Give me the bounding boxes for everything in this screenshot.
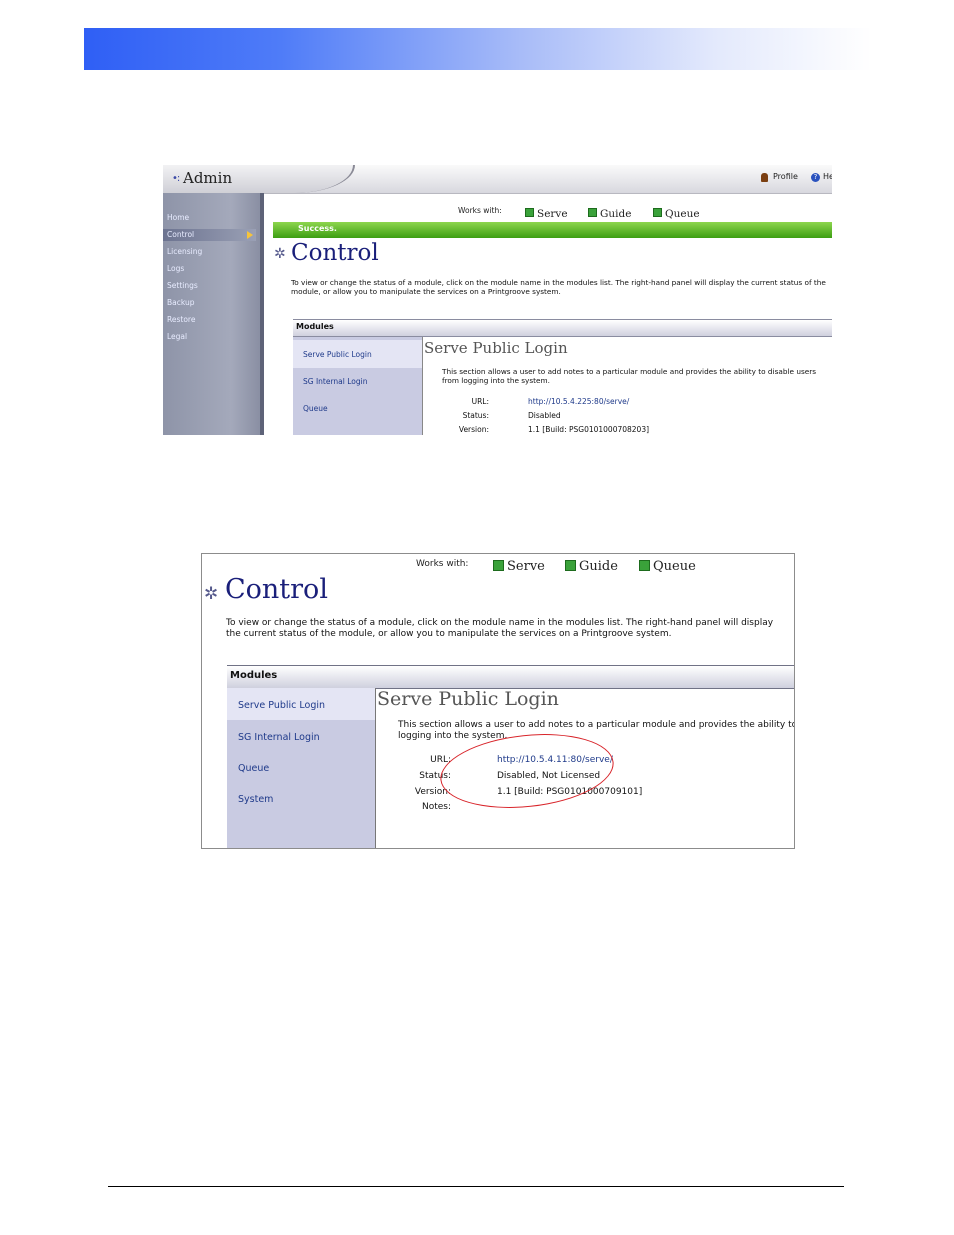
status-value: Disabled <box>528 411 561 420</box>
help-link[interactable]: He <box>823 172 832 181</box>
page-description: To view or change the status of a module… <box>226 618 774 639</box>
modules-header-bar <box>227 665 794 689</box>
module-serve-public-login[interactable]: Serve Public Login <box>238 700 325 711</box>
module-serve-public-login[interactable]: Serve Public Login <box>303 350 372 359</box>
url-label: URL: <box>430 755 451 765</box>
version-label: Version: <box>414 787 451 797</box>
modules-header: Modules <box>230 670 278 681</box>
page-title: Control <box>291 240 379 266</box>
check-icon <box>653 208 662 217</box>
page-description: To view or change the status of a module… <box>291 278 826 296</box>
version-value: 1.1 [Build: PSG0101000708203] <box>528 425 650 434</box>
sidebar-item-logs[interactable]: Logs <box>167 264 184 273</box>
panel-description: This section allows a user to add notes … <box>398 720 794 742</box>
works-with-queue: Queue <box>653 202 700 221</box>
notes-label: Notes: <box>421 802 451 812</box>
panel-title: Serve Public Login <box>424 339 568 357</box>
check-icon <box>493 560 504 571</box>
modules-header: Modules <box>296 322 334 331</box>
module-sg-internal-login[interactable]: SG Internal Login <box>303 377 367 386</box>
panel-title: Serve Public Login <box>377 688 559 710</box>
works-with-label: Works with: <box>416 559 469 569</box>
sidebar-item-home[interactable]: Home <box>167 213 189 222</box>
admin-logo-icon: •: <box>172 173 180 184</box>
document-header-bar <box>84 28 872 70</box>
panel-divider <box>375 688 376 848</box>
url-link[interactable]: http://10.5.4.225:80/serve/ <box>528 397 629 406</box>
profile-link[interactable]: Profile <box>773 172 798 181</box>
module-queue[interactable]: Queue <box>238 763 269 774</box>
works-with-guide: Guide <box>565 555 618 574</box>
app-title: Admin <box>183 169 233 187</box>
sidebar-item-backup[interactable]: Backup <box>167 298 195 307</box>
version-label: Version: <box>458 425 489 434</box>
sidebar-item-restore[interactable]: Restore <box>167 315 195 324</box>
gear-icon: ✲ <box>274 246 286 262</box>
check-icon <box>588 208 597 217</box>
works-with-label: Works with: <box>458 206 502 215</box>
check-icon <box>525 208 534 217</box>
success-message: Success. <box>298 224 337 233</box>
page-title: Control <box>225 574 328 605</box>
gear-icon: ✲ <box>204 584 219 604</box>
panel-divider <box>422 337 423 435</box>
panel-description-line-2: logging into the system. <box>398 731 508 741</box>
panel-description-line-1: This section allows a user to add notes … <box>398 720 794 730</box>
status-label: Status: <box>419 771 451 781</box>
help-icon[interactable]: ? <box>811 173 820 182</box>
check-icon <box>565 560 576 571</box>
active-arrow-icon <box>247 231 253 239</box>
footer-rule <box>108 1186 844 1187</box>
sidebar-item-control[interactable]: Control <box>167 230 194 239</box>
sidebar-item-licensing[interactable]: Licensing <box>167 247 202 256</box>
check-icon <box>639 560 650 571</box>
sidebar-item-settings[interactable]: Settings <box>167 281 198 290</box>
module-system[interactable]: System <box>238 794 273 805</box>
sidebar-edge <box>260 193 264 435</box>
panel-description: This section allows a user to add notes … <box>442 367 817 385</box>
profile-icon[interactable] <box>761 173 768 182</box>
works-with-serve: Serve <box>493 555 545 574</box>
url-label: URL: <box>471 397 489 406</box>
module-queue[interactable]: Queue <box>303 404 328 413</box>
module-sg-internal-login[interactable]: SG Internal Login <box>238 732 320 743</box>
status-label: Status: <box>462 411 489 420</box>
success-banner <box>273 222 832 238</box>
works-with-queue: Queue <box>639 555 696 574</box>
works-with-guide: Guide <box>588 202 631 221</box>
works-with-serve: Serve <box>525 202 568 221</box>
control-screenshot-2: Works with: Serve Guide Queue ✲ Control … <box>201 553 795 849</box>
admin-screenshot-1: •: Admin Profile ? He Home Control Licen… <box>163 165 832 435</box>
modules-header-bar <box>293 319 832 337</box>
sidebar-item-legal[interactable]: Legal <box>167 332 187 341</box>
